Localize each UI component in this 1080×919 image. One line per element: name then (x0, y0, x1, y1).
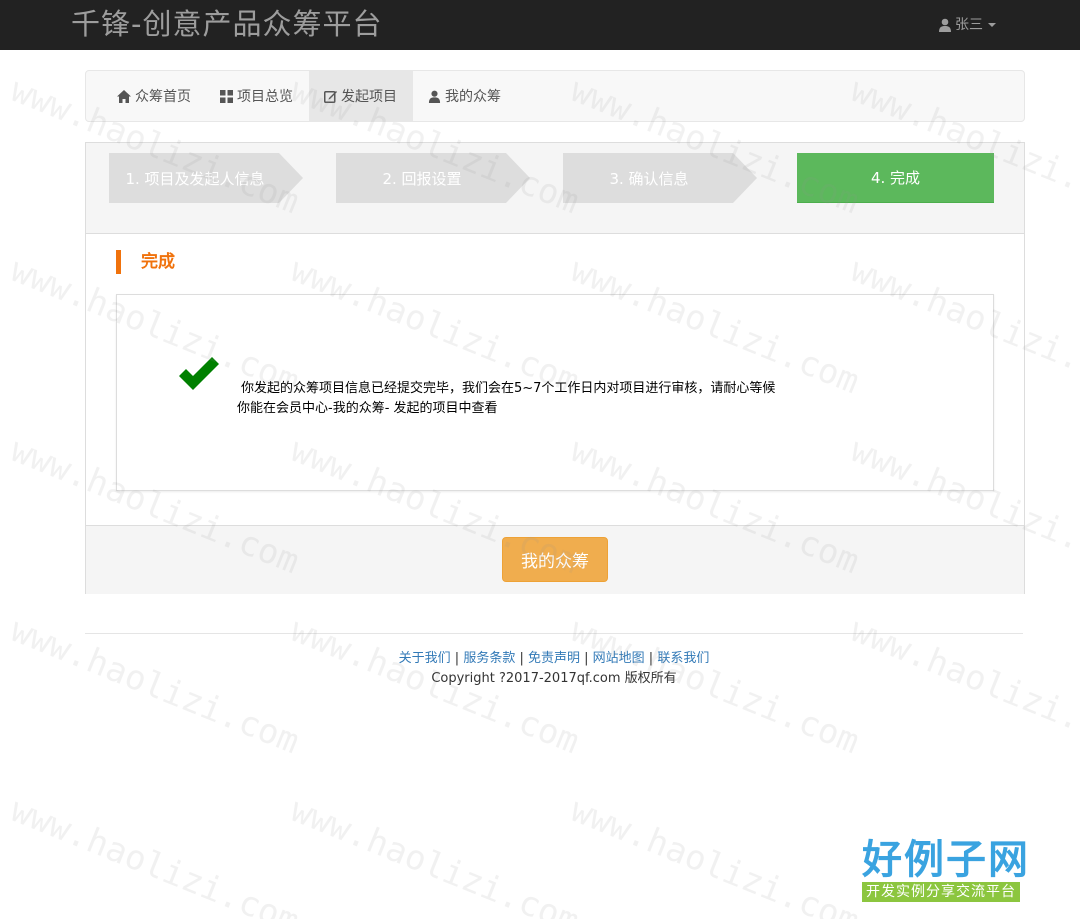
tab-my-crowdfunding[interactable]: 我的众筹 (428, 71, 501, 121)
completion-message-box: 你发起的众筹项目信息已经提交完毕，我们会在5~7个工作日内对项目进行审核，请耐心… (116, 294, 994, 491)
tab-label: 项目总览 (237, 89, 293, 105)
caret-down-icon (988, 23, 996, 27)
checkmark-icon (179, 357, 219, 390)
logo-subtitle: 开发实例分享交流平台 (862, 882, 1020, 902)
tab-label: 发起项目 (341, 89, 397, 105)
main-panel: 1. 项目及发起人信息 2. 回报设置 3. 确认信息 4. 完成 完成 你发起… (85, 142, 1025, 594)
footer-link-about[interactable]: 关于我们 (399, 651, 451, 666)
step-label: 1. 项目及发起人信息 (125, 169, 265, 188)
watermark-logo: 好例子网 开发实例分享交流平台 (862, 838, 1042, 902)
tab-start-project[interactable]: 发起项目 (309, 71, 413, 121)
footer-link-disclaimer[interactable]: 免责声明 (528, 651, 580, 666)
user-menu[interactable]: 张三 (938, 15, 996, 35)
user-name: 张三 (955, 17, 983, 33)
tab-label: 众筹首页 (135, 89, 191, 105)
link-separator: | (515, 651, 528, 666)
step-1: 1. 项目及发起人信息 (109, 153, 303, 203)
progress-steps: 1. 项目及发起人信息 2. 回报设置 3. 确认信息 4. 完成 (86, 143, 1024, 234)
my-crowdfunding-button[interactable]: 我的众筹 (502, 537, 608, 582)
step-label: 2. 回报设置 (382, 169, 462, 188)
top-navbar: 千锋-创意产品众筹平台 张三 (0, 0, 1080, 50)
link-separator: | (580, 651, 593, 666)
footer-links: 关于我们 | 服务条款 | 免责声明 | 网站地图 | 联系我们 (0, 649, 1080, 669)
footer-link-contact[interactable]: 联系我们 (657, 651, 709, 666)
completion-message-line1: 你发起的众筹项目信息已经提交完毕，我们会在5~7个工作日内对项目进行审核，请耐心… (241, 381, 776, 396)
completion-message-line2: 你能在会员中心-我的众筹- 发起的项目中查看 (237, 401, 498, 416)
section-title: 完成 (116, 250, 175, 274)
panel-footer: 我的众筹 (86, 525, 1024, 594)
tab-projects-overview[interactable]: 项目总览 (220, 71, 293, 121)
footer-link-terms[interactable]: 服务条款 (463, 651, 515, 666)
step-3: 3. 确认信息 (563, 153, 757, 203)
step-2: 2. 回报设置 (336, 153, 530, 203)
link-separator: | (644, 651, 658, 666)
tab-home[interactable]: 众筹首页 (117, 71, 191, 121)
footer-divider (85, 633, 1023, 634)
link-separator: | (450, 651, 464, 666)
home-icon (117, 89, 131, 103)
brand-title[interactable]: 千锋-创意产品众筹平台 (71, 7, 382, 41)
step-label: 4. 完成 (870, 169, 921, 187)
watermark-text: www.haolizi.com (5, 790, 305, 919)
watermark-text: www.haolizi.com (285, 790, 585, 919)
grid-icon (220, 89, 233, 103)
user-icon (428, 90, 441, 103)
sub-nav: 众筹首页 项目总览 发起项目 我的众筹 (85, 70, 1025, 122)
edit-icon (324, 90, 337, 103)
copyright-text: Copyright ?2017-2017qf.com 版权所有 (431, 671, 677, 686)
step-4: 4. 完成 (797, 153, 994, 203)
tab-label: 我的众筹 (445, 89, 501, 105)
watermark-text: www.haolizi.com (565, 790, 865, 919)
step-label: 3. 确认信息 (609, 169, 689, 188)
footer-link-sitemap[interactable]: 网站地图 (593, 651, 645, 666)
logo-title: 好例子网 (862, 837, 1030, 883)
user-icon (939, 18, 951, 32)
